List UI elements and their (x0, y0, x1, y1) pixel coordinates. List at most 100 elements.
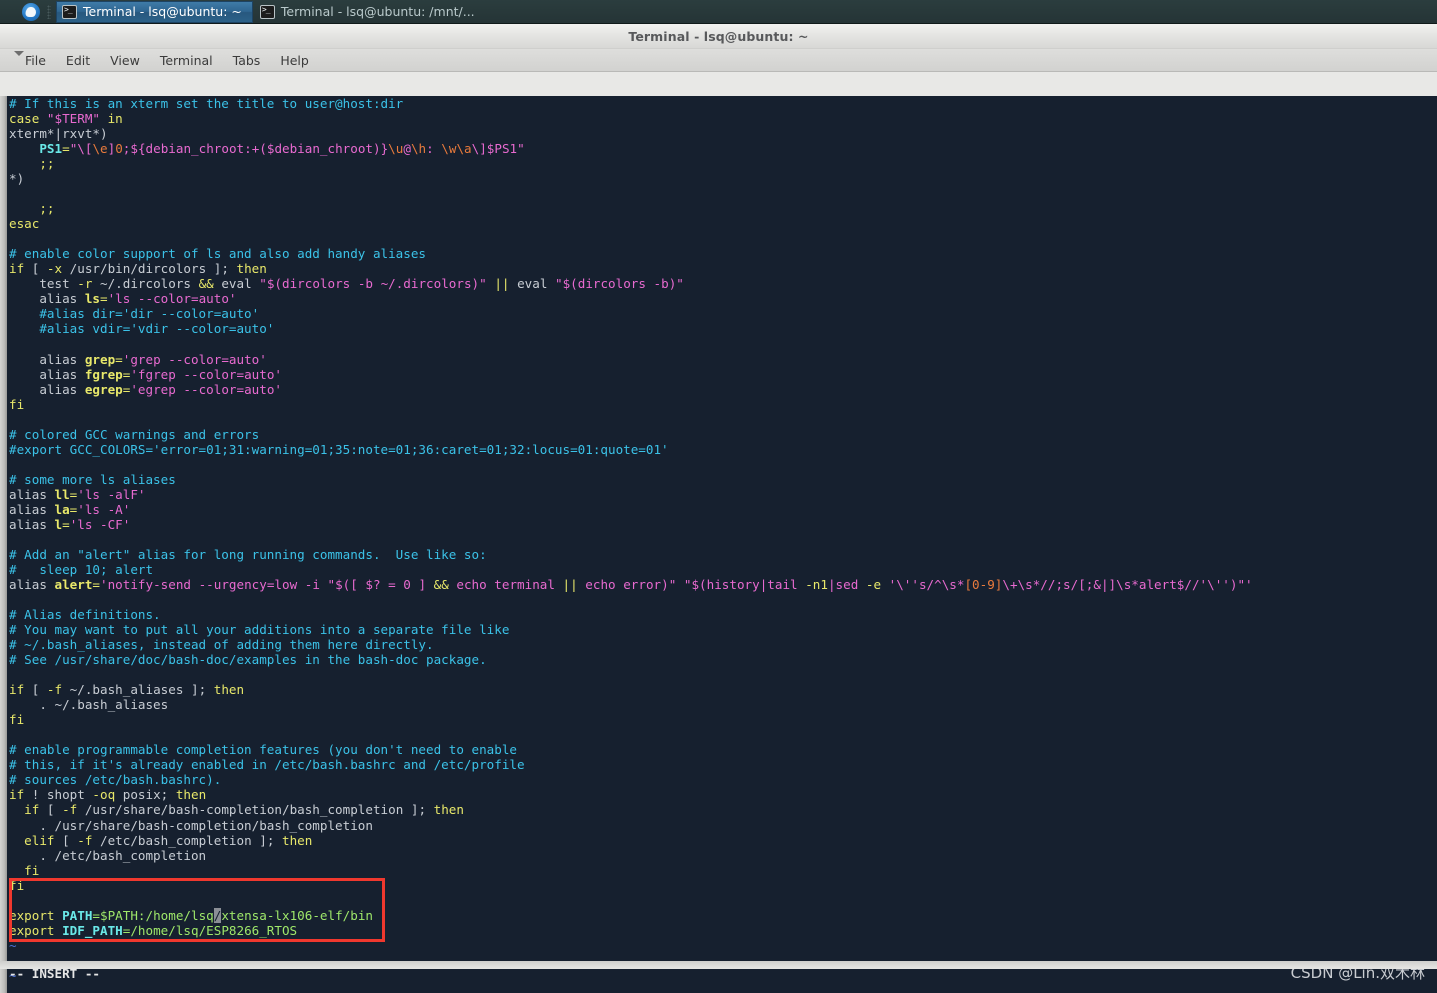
menu-item-edit[interactable]: Edit (57, 51, 99, 70)
code-token: # some more ls aliases (9, 471, 176, 487)
code-token: =$PATH:/home/lsq (92, 907, 214, 923)
code-token: alias (9, 516, 55, 532)
code-token: . ~/.bash_aliases (9, 697, 169, 713)
code-token: ~/.dircolors (92, 276, 199, 292)
code-token: #alias vdir='vdir --color=auto' (9, 321, 275, 337)
code-token: # enable color support of ls and also ad… (9, 246, 427, 262)
terminal-line: if ! shopt -oq posix; then (9, 787, 1437, 802)
terminal-line: alias ll='ls -alF' (9, 487, 1437, 502)
code-token: eval (213, 276, 260, 292)
code-token: case (9, 111, 47, 127)
code-token: posix; (115, 787, 176, 803)
code-token: [0-9] (964, 577, 1003, 592)
code-token: ll (54, 486, 70, 502)
terminal-line: export PATH=$PATH:/home/lsq/xtensa-lx106… (9, 907, 1437, 923)
terminal-area: # If this is an xterm set the title to u… (0, 96, 1437, 993)
code-token: then (236, 261, 267, 277)
code-token: *) (9, 171, 25, 187)
code-token: \+\s*//;s/[;&|]\s*alert$//'\'' (1002, 577, 1230, 592)
code-token: #alias dir='dir --color=auto' (9, 306, 260, 322)
code-token: -x (46, 261, 63, 277)
code-token: then (282, 832, 313, 848)
terminal-line: # enable programmable completion feature… (9, 742, 1437, 757)
menu-item-help[interactable]: Help (271, 51, 318, 70)
code-token: if (9, 682, 25, 698)
panel-drag-handle-icon[interactable] (47, 4, 51, 19)
terminal-line: # Alias definitions. (9, 607, 1437, 622)
menu-item-view[interactable]: View (101, 51, 149, 70)
code-token: \w (441, 141, 457, 157)
terminal-line: alias la='ls -A' (9, 502, 1437, 517)
code-token: # sleep 10; alert (9, 561, 154, 577)
code-token: export (9, 922, 63, 938)
terminal-line: # sources /etc/bash.bashrc). (9, 772, 1437, 787)
terminal-line: # some more ls aliases (9, 472, 1437, 487)
menu-item-terminal[interactable]: Terminal (151, 51, 222, 70)
ubuntu-launcher-icon[interactable] (22, 2, 40, 21)
taskbar-window-button-2[interactable]: Terminal - lsq@ubuntu: /mnt/... (254, 1, 486, 23)
code-token: \h (410, 141, 427, 157)
code-token: )"' (1229, 577, 1253, 592)
terminal-line: # this, if it's already enabled in /etc/… (9, 757, 1437, 772)
code-token: && (198, 276, 214, 292)
code-token: then (213, 682, 245, 698)
window-titlebar[interactable]: Terminal - lsq@ubuntu: ~ (0, 24, 1437, 49)
code-token: = (62, 516, 70, 532)
code-token: $PS1" (486, 141, 525, 157)
code-token: alert (54, 577, 93, 592)
terminal-line: ;; (9, 201, 1437, 216)
terminal-line: #alias vdir='vdir --color=auto' (9, 321, 1437, 336)
code-token: [ (24, 682, 47, 698)
terminal-line: fi (9, 397, 1437, 412)
code-token: if (9, 787, 25, 803)
code-token: /etc/bash_completion ]; (92, 832, 282, 848)
terminal-line: # ~/.bash_aliases, instead of adding the… (9, 637, 1437, 652)
terminal-line: #alias dir='dir --color=auto' (9, 306, 1437, 321)
code-token: # See /usr/share/doc/bash-doc/examples i… (9, 652, 487, 668)
terminal-line: # If this is an xterm set the title to u… (9, 96, 1437, 111)
code-token: ls (84, 291, 100, 307)
chevron-down-icon[interactable] (14, 51, 24, 56)
terminal-line: # You may want to put all your additions… (9, 622, 1437, 637)
terminal-line: xterm*|rxvt*) (9, 126, 1437, 141)
terminal-line: test -r ~/.dircolors && eval "$(dircolor… (9, 276, 1437, 291)
code-token: fi (9, 712, 25, 728)
code-token: # Add an "alert" alias for long running … (9, 546, 487, 562)
code-token: ~ (9, 937, 17, 953)
code-token: test (9, 276, 78, 292)
code-token: fgrep (84, 366, 123, 382)
code-token: |sed (827, 577, 866, 592)
code-token: alias (9, 501, 55, 517)
code-token: @ (403, 141, 411, 157)
code-token: ;; (9, 201, 55, 217)
code-token: -n1 (805, 577, 828, 592)
terminal-line: fi (9, 878, 1437, 893)
code-token: la (54, 501, 70, 517)
code-token: 'ls -CF' (69, 516, 131, 532)
terminal-line: case "$TERM" in (9, 111, 1437, 126)
terminal-icon (62, 4, 77, 19)
taskbar-window-button-1[interactable]: Terminal - lsq@ubuntu: ~ (56, 0, 253, 23)
code-token: [ (54, 832, 78, 848)
menu-item-tabs[interactable]: Tabs (224, 51, 270, 70)
code-token: fi (9, 396, 25, 412)
terminal-line: alias alert='notify-send --urgency=low -… (9, 577, 1437, 592)
menubar: File Edit View Terminal Tabs Help (0, 49, 1437, 72)
terminal-line: # Add an "alert" alias for long running … (9, 547, 1437, 562)
code-token: alias (9, 381, 85, 397)
code-token: 'ls -A' (77, 501, 131, 517)
window-bottom-edge (0, 961, 1437, 969)
code-token: "$TERM" (46, 111, 100, 127)
code-token: -oq (92, 787, 116, 803)
code-token: xtensa-lx106-elf/bin (221, 907, 373, 923)
code-token: ;; (9, 156, 55, 172)
code-token: xterm*|rxvt*) (9, 126, 108, 142)
vim-editor-screen[interactable]: # If this is an xterm set the title to u… (7, 96, 1437, 993)
code-token: esac (9, 216, 40, 232)
